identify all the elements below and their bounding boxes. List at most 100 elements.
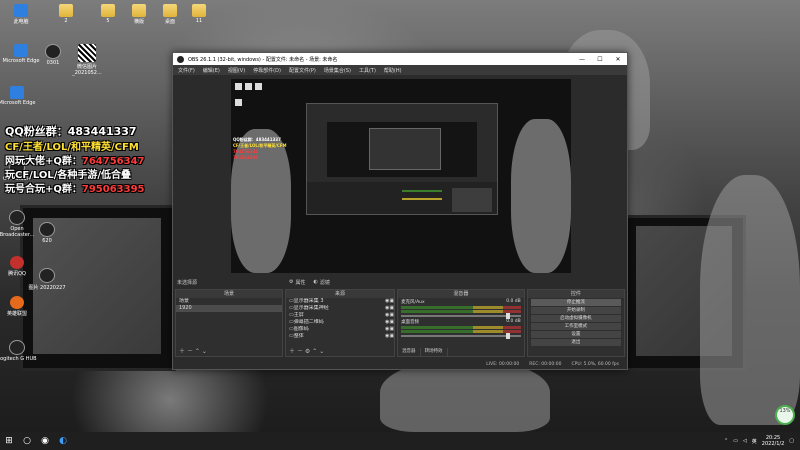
obs-logo-icon bbox=[177, 55, 184, 63]
obs-window[interactable]: OBS 26.1.1 (32-bit, windows) - 配置文件: 未命名… bbox=[172, 52, 628, 370]
close-icon[interactable]: ✕ bbox=[609, 56, 627, 63]
qr-image-icon bbox=[78, 44, 96, 62]
menu-item[interactable]: 场景集合(S) bbox=[324, 67, 351, 74]
desktop-icon[interactable]: 11 bbox=[179, 4, 219, 24]
wallpaper-player-right bbox=[700, 175, 800, 425]
up-icon[interactable]: ⌃ bbox=[312, 348, 317, 355]
volume-icon[interactable]: ◁ bbox=[743, 438, 747, 444]
clock[interactable]: 20:25 2022/1/2 bbox=[762, 435, 784, 447]
promo-line-4: 玩CF/LOL/各种手游/低合叠 bbox=[5, 170, 132, 181]
controls-header: 控件 bbox=[527, 290, 624, 298]
mixer-header: 混音器 bbox=[398, 290, 524, 298]
promo-line-3: 网玩大佬+Q群：764756347 bbox=[5, 152, 145, 167]
desktop-icon[interactable]: 英雄联盟 bbox=[0, 296, 37, 317]
desktop-icon[interactable]: 此电脑 bbox=[1, 4, 41, 25]
input-language[interactable]: 英 bbox=[752, 438, 757, 445]
lock-icon[interactable]: ▣ bbox=[389, 326, 394, 333]
obs-taskbar-icon[interactable]: ◉ bbox=[36, 432, 54, 450]
folder-icon bbox=[192, 4, 206, 17]
desktop-icon[interactable]: Logitech G HUB bbox=[0, 340, 37, 362]
mixer-channel-header: 桌面音频 0.0 dB bbox=[401, 319, 521, 325]
logitech-icon bbox=[9, 340, 25, 355]
volume-meter bbox=[401, 306, 521, 309]
obs-docks: 场景 场景 1920 ＋ － ⌃ ⌄ 来源 ▭ 显示器采集 3 ◉ ▣ ▭ 显示器采集… bbox=[173, 289, 627, 357]
maximize-icon[interactable]: ☐ bbox=[591, 56, 609, 63]
lock-icon[interactable]: ▣ bbox=[389, 305, 394, 312]
sources-header: 来源 bbox=[286, 290, 395, 298]
desktop-icon[interactable]: 微信图片_2021052... bbox=[67, 44, 107, 76]
minimize-icon[interactable]: — bbox=[573, 56, 591, 63]
source-item[interactable]: ▭ 显示器采集 3 ◉ ▣ bbox=[286, 298, 394, 305]
volume-slider-handle[interactable] bbox=[506, 313, 511, 319]
desktop-icon-label: 英雄联盟 bbox=[6, 311, 27, 317]
lock-icon[interactable]: ▣ bbox=[389, 319, 394, 326]
menu-item[interactable]: 编辑(E) bbox=[203, 67, 220, 74]
control-button[interactable]: 设置 bbox=[530, 331, 621, 338]
gear-icon[interactable]: ⚙ bbox=[289, 279, 293, 285]
desktop-icon-label: Microsoft Edge bbox=[0, 100, 36, 106]
source-item[interactable]: ▭ 整体 ◉ ▣ bbox=[286, 333, 394, 340]
search-icon[interactable]: ○ bbox=[18, 432, 36, 450]
desktop-icon-label: 图片 20220227 bbox=[28, 285, 66, 291]
network-icon[interactable]: ▭ bbox=[733, 438, 738, 444]
scene-item[interactable]: 1920 bbox=[176, 305, 283, 312]
add-icon[interactable]: ＋ bbox=[179, 348, 185, 355]
menu-item[interactable]: 工具(T) bbox=[359, 67, 376, 74]
menu-item[interactable]: 帮助(H) bbox=[384, 67, 402, 74]
sources-footer: ＋ － ⚙ ⌃ ⌄ bbox=[286, 348, 394, 356]
mixer-tab[interactable]: 转场特效 bbox=[421, 348, 448, 356]
desktop-icon[interactable]: 2 bbox=[46, 4, 86, 24]
tray-chevron-icon[interactable]: ⌃ bbox=[724, 438, 728, 444]
source-item[interactable]: ▭ 显示器采集神经 ◉ ▣ bbox=[286, 305, 394, 312]
desktop-icon-label: 此电脑 bbox=[13, 19, 29, 25]
lock-icon[interactable]: ▣ bbox=[389, 312, 394, 319]
properties-button[interactable]: 属性 bbox=[295, 279, 305, 286]
lol-icon bbox=[10, 296, 24, 309]
notification-icon[interactable]: ▢ bbox=[789, 438, 794, 444]
desktop-icon-label: 微信图片_2021052... bbox=[72, 64, 102, 76]
edge-taskbar-icon[interactable]: ◐ bbox=[54, 432, 72, 450]
filters-button[interactable]: 滤镜 bbox=[320, 279, 330, 286]
windows-start-icon[interactable]: ⊞ bbox=[0, 432, 18, 450]
taskbar: ⊞ ○ ◉ ◐ ⌃ ▭ ◁ 英 20:25 2022/1/2 ▢ bbox=[0, 432, 800, 450]
control-button[interactable]: 工作室模式 bbox=[530, 323, 621, 330]
volume-slider[interactable] bbox=[401, 333, 521, 339]
gear-icon[interactable]: ⚙ bbox=[305, 348, 310, 355]
control-button[interactable]: 开始录制 bbox=[530, 307, 621, 314]
menu-item[interactable]: 视图(V) bbox=[228, 67, 245, 74]
desktop-icon[interactable]: Microsoft Edge bbox=[0, 86, 37, 106]
volume-meter bbox=[401, 330, 521, 333]
scene-item[interactable]: 场景 bbox=[176, 298, 282, 305]
control-button[interactable]: 停止推流 bbox=[530, 299, 621, 306]
desktop-icon[interactable]: 图片 20220227 bbox=[27, 268, 67, 291]
desktop-icon-label: 2 bbox=[64, 18, 68, 24]
add-icon[interactable]: ＋ bbox=[289, 348, 295, 355]
obs-preview[interactable]: QQ粉丝群：483441337 CF/王者/LOL/和平精英/CFM 76475… bbox=[231, 79, 571, 273]
volume-slider-handle[interactable] bbox=[506, 333, 511, 339]
filter-icon[interactable]: ◐ bbox=[314, 279, 318, 285]
source-item[interactable]: ▭ 弹幕插二维码 ◉ ▣ bbox=[286, 319, 394, 326]
source-item-label: 主屏 bbox=[293, 312, 304, 318]
menu-item[interactable]: 停靠部件(D) bbox=[253, 67, 281, 74]
down-icon[interactable]: ⌄ bbox=[319, 348, 324, 355]
obs-titlebar[interactable]: OBS 26.1.1 (32-bit, windows) - 配置文件: 未命名… bbox=[173, 53, 627, 65]
desktop-icon[interactable]: 620 bbox=[27, 222, 67, 244]
down-icon[interactable]: ⌄ bbox=[202, 348, 207, 355]
lock-icon[interactable]: ▣ bbox=[389, 333, 394, 340]
remove-icon[interactable]: － bbox=[297, 348, 303, 355]
up-icon[interactable]: ⌃ bbox=[195, 348, 200, 355]
folder-icon bbox=[101, 4, 115, 17]
lock-icon[interactable]: ▣ bbox=[389, 298, 394, 305]
source-item[interactable]: ▭ 主屏 ◉ ▣ bbox=[286, 312, 394, 319]
file-icon bbox=[39, 222, 55, 237]
volume-slider[interactable] bbox=[401, 313, 521, 319]
mixer-channel: 桌面音频 0.0 dB bbox=[398, 318, 524, 339]
control-button[interactable]: 启动虚拟摄像机 bbox=[530, 315, 621, 322]
mixer-tab[interactable]: 混音器 bbox=[398, 348, 421, 356]
menu-item[interactable]: 文件(F) bbox=[178, 67, 195, 74]
remove-icon[interactable]: － bbox=[187, 348, 193, 355]
performance-badge[interactable]: 13% bbox=[775, 405, 795, 425]
control-button[interactable]: 退出 bbox=[530, 339, 621, 346]
source-item[interactable]: ▭ 图像码 ◉ ▣ bbox=[286, 326, 394, 333]
menu-item[interactable]: 配置文件(P) bbox=[289, 67, 316, 74]
